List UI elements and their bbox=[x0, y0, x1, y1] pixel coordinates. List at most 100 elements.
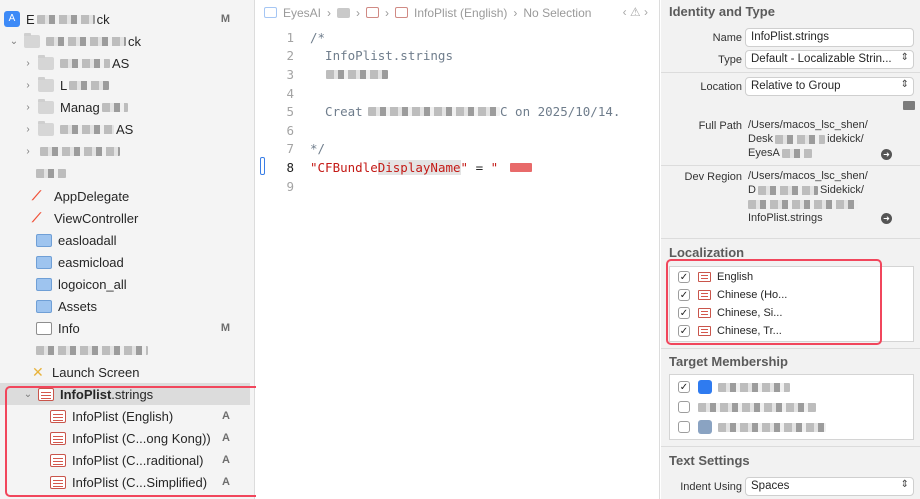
string-value-open: " bbox=[490, 160, 499, 175]
chevron-right-icon: › bbox=[385, 5, 390, 20]
line-number: 1 bbox=[286, 30, 294, 45]
redacted-text bbox=[748, 199, 858, 209]
redacted-text bbox=[69, 80, 110, 90]
file-row-easmicload[interactable]: easmicload bbox=[0, 251, 250, 273]
project-navigator: A E ck M ⌄ ck › AS › L › Manag › AS › ⟋ … bbox=[0, 0, 289, 499]
redacted-text bbox=[510, 163, 532, 172]
code-line: Creat bbox=[310, 104, 363, 119]
chevron-down-icon[interactable]: ⌄ bbox=[8, 36, 20, 47]
redacted-text bbox=[368, 107, 500, 116]
string-key-close: " bbox=[460, 160, 469, 175]
redacted-text bbox=[40, 146, 120, 156]
folder-label: AS bbox=[116, 121, 134, 137]
redacted-text bbox=[101, 102, 128, 112]
image-set-icon bbox=[36, 255, 52, 269]
line-number: 6 bbox=[286, 123, 294, 138]
reveal-in-finder-icon[interactable]: ➜ bbox=[881, 213, 892, 224]
identity-section-title: Identity and Type bbox=[669, 4, 775, 19]
checkbox[interactable]: ✓ bbox=[678, 381, 690, 393]
indent-popup[interactable]: Spaces ⇕ bbox=[745, 477, 914, 496]
reveal-in-finder-icon[interactable]: ➜ bbox=[881, 149, 892, 160]
folder-row[interactable]: › bbox=[0, 140, 250, 162]
location-popup[interactable]: Relative to Group ⇕ bbox=[745, 77, 914, 96]
folder-row[interactable]: › L bbox=[0, 74, 250, 96]
jumpbar-project[interactable]: EyesAI bbox=[283, 6, 321, 20]
annotation-highlight-box bbox=[5, 386, 289, 497]
current-line-indicator bbox=[260, 157, 265, 175]
checkbox[interactable] bbox=[678, 421, 690, 433]
chevron-right-icon[interactable]: › bbox=[22, 80, 34, 91]
file-row-logoicon[interactable]: logoicon_all bbox=[0, 273, 250, 295]
target-item[interactable] bbox=[678, 418, 826, 436]
file-label: Assets bbox=[58, 298, 98, 314]
jumpbar-selection[interactable]: No Selection bbox=[523, 6, 591, 20]
fullpath-part: EyesA bbox=[748, 147, 780, 159]
file-row-viewcontroller[interactable]: ⟋ ViewController bbox=[0, 207, 250, 229]
file-label: easloadall bbox=[58, 232, 117, 248]
source-control-badge: M bbox=[220, 322, 230, 334]
fullpath-line: Desk idekick/ bbox=[748, 133, 864, 146]
chevron-right-icon[interactable]: › bbox=[22, 58, 34, 69]
folder-icon[interactable] bbox=[337, 7, 351, 18]
redacted-text bbox=[781, 148, 812, 158]
choose-folder-icon[interactable] bbox=[903, 101, 915, 110]
file-row-appdelegate[interactable]: ⟋ AppDelegate bbox=[0, 185, 250, 207]
name-field[interactable]: InfoPlist.strings bbox=[745, 28, 914, 47]
devregion-line bbox=[748, 198, 858, 211]
redacted-text bbox=[60, 58, 110, 68]
folder-row[interactable] bbox=[0, 162, 250, 184]
checkbox[interactable] bbox=[678, 401, 690, 413]
text-settings-title: Text Settings bbox=[669, 453, 750, 468]
file-row-info[interactable]: Info M bbox=[0, 317, 250, 339]
source-editor[interactable]: EyesAI › › › InfoPlist (English) › No Se… bbox=[256, 0, 660, 499]
file-row-redacted[interactable] bbox=[0, 339, 250, 361]
swift-file-icon: ⟋ bbox=[32, 188, 42, 203]
chevron-updown-icon: ⇕ bbox=[900, 79, 909, 90]
chevron-updown-icon: ⇕ bbox=[900, 479, 909, 490]
file-row-easloadall[interactable]: easloadall bbox=[0, 229, 250, 251]
fullpath-line: EyesA bbox=[748, 147, 812, 160]
redacted-text bbox=[718, 382, 790, 392]
target-membership-title: Target Membership bbox=[669, 354, 788, 369]
redacted-text bbox=[757, 185, 818, 195]
file-row-launchscreen[interactable]: ✕ Launch Screen bbox=[0, 361, 250, 383]
code-line: C on 2025/10/14. bbox=[500, 104, 621, 119]
location-value: Relative to Group bbox=[751, 80, 841, 92]
strings-file-icon[interactable] bbox=[366, 7, 380, 18]
type-popup[interactable]: Default - Localizable Strin... ⇕ bbox=[745, 50, 914, 69]
folder-icon bbox=[38, 98, 54, 114]
chevron-right-icon[interactable]: › bbox=[22, 102, 34, 113]
target-item[interactable] bbox=[678, 398, 816, 416]
divider bbox=[661, 72, 920, 73]
plist-file-icon bbox=[36, 321, 52, 335]
folder-label: AS bbox=[112, 55, 130, 71]
chevron-right-icon[interactable]: › bbox=[22, 146, 34, 157]
redacted-text bbox=[60, 124, 114, 134]
storyboard-icon: ✕ bbox=[32, 363, 44, 380]
file-label: AppDelegate bbox=[54, 188, 130, 204]
devregion-line: /Users/macos_lsc_shen/ bbox=[748, 170, 868, 182]
group-row[interactable]: ⌄ ck bbox=[0, 30, 250, 52]
project-root-row[interactable]: A E ck M bbox=[0, 8, 250, 30]
chevron-right-icon[interactable]: › bbox=[22, 124, 34, 135]
xcode-project-icon bbox=[264, 7, 277, 18]
project-suffix: ck bbox=[96, 11, 110, 27]
project-name: E bbox=[26, 11, 35, 27]
line-number: 4 bbox=[286, 86, 294, 101]
issue-navigation-controls[interactable]: ‹ ⚠ › bbox=[623, 5, 648, 19]
fullpath-part: idekick/ bbox=[827, 133, 864, 145]
fullpath-line: /Users/macos_lsc_shen/ bbox=[748, 119, 868, 131]
line-number: 9 bbox=[286, 179, 294, 194]
folder-row[interactable]: › AS bbox=[0, 52, 250, 74]
jumpbar-file[interactable]: InfoPlist (English) bbox=[414, 6, 507, 20]
file-row-assets[interactable]: Assets bbox=[0, 295, 250, 317]
divider bbox=[661, 348, 920, 349]
folder-row[interactable]: › Manag bbox=[0, 96, 250, 118]
redacted-text bbox=[775, 134, 826, 144]
redacted-text bbox=[36, 14, 95, 24]
folder-row[interactable]: › AS bbox=[0, 118, 250, 140]
localization-section-title: Localization bbox=[669, 245, 745, 260]
file-inspector: Identity and Type Name InfoPlist.strings… bbox=[661, 0, 920, 499]
file-label: Info bbox=[58, 320, 80, 336]
target-item[interactable]: ✓ bbox=[678, 378, 790, 396]
